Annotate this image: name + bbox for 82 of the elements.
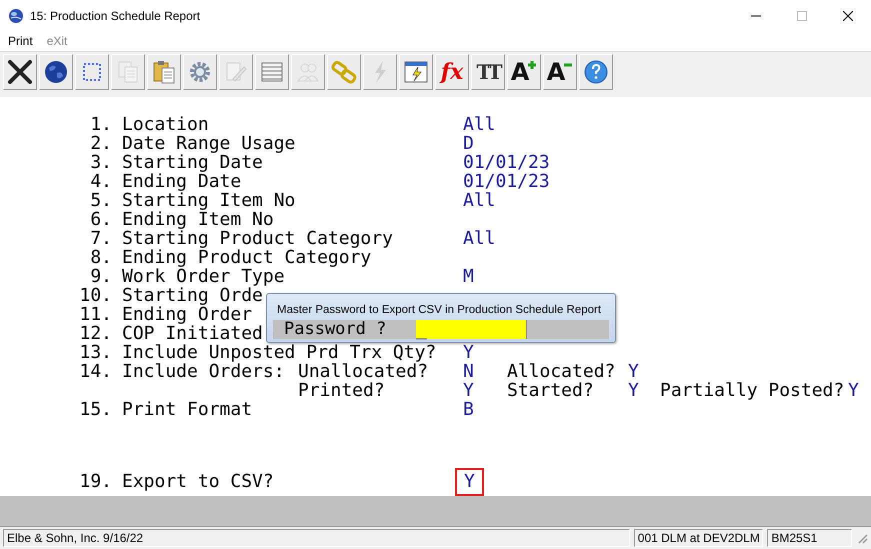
field-value[interactable]: 01/01/23 xyxy=(463,172,871,191)
option-label: Unallocated? xyxy=(298,362,428,381)
field-label: Starting Item No xyxy=(122,191,296,210)
password-field[interactable]: _ xyxy=(416,320,527,339)
paste-button[interactable] xyxy=(147,54,181,90)
option-value[interactable]: N xyxy=(463,362,474,381)
field-number: 14. xyxy=(78,362,112,384)
field-number: 13. xyxy=(78,343,112,362)
field-label: Ending Product Category xyxy=(122,248,372,267)
paste-icon xyxy=(151,58,177,84)
field-label: Work Order Type xyxy=(122,267,285,286)
field-label: Date Range Usage xyxy=(122,134,296,153)
settings-button[interactable] xyxy=(183,54,217,90)
field-label: Include Orders: xyxy=(122,362,285,384)
field-number: 5. xyxy=(89,191,112,210)
field-value[interactable]: D xyxy=(463,134,871,153)
font-larger-button[interactable]: A xyxy=(507,54,541,90)
field-value[interactable]: All xyxy=(463,115,871,134)
menu-item[interactable]: Print xyxy=(8,34,33,48)
field-label: Ending Item No xyxy=(122,210,274,229)
link-button[interactable] xyxy=(327,54,361,90)
field-label: Include Unposted Prd Trx Qty? xyxy=(122,343,436,362)
option-value[interactable]: Y xyxy=(628,362,639,381)
font-smaller-button[interactable]: A xyxy=(543,54,577,90)
font-button[interactable]: TT xyxy=(471,54,505,90)
field-label: Export to CSV? xyxy=(122,472,274,494)
field-label: Location xyxy=(122,115,209,134)
option-label: Printed? xyxy=(298,381,385,400)
run-button[interactable] xyxy=(399,54,433,90)
option-label: Started? xyxy=(507,381,594,400)
option-value[interactable]: Y xyxy=(848,381,859,400)
field-number: 15. xyxy=(78,400,112,419)
field-number: 2. xyxy=(89,134,112,153)
field-value[interactable]: Y xyxy=(463,343,871,362)
field-number: 1. xyxy=(89,115,112,134)
chain-link-icon xyxy=(331,58,357,84)
option-value[interactable]: Y xyxy=(628,381,639,400)
field-value[interactable]: All xyxy=(463,229,871,248)
field-number: 12. xyxy=(78,324,112,343)
field-number: 11. xyxy=(78,305,112,324)
field-number: 6. xyxy=(89,210,112,229)
field-label: Starting Date xyxy=(122,153,263,172)
field-number: 8. xyxy=(89,248,112,267)
field-value[interactable]: M xyxy=(463,267,871,286)
status-panel: Elbe & Sohn, Inc. 9/16/22 xyxy=(3,529,630,547)
field-label: Ending Order xyxy=(122,305,252,324)
field-number: 4. xyxy=(89,172,112,191)
table-button[interactable] xyxy=(255,54,289,90)
field-value[interactable]: Y xyxy=(455,468,484,496)
option-value[interactable]: Y xyxy=(463,381,474,400)
resize-grip-icon[interactable] xyxy=(856,532,868,544)
option-label: Partially Posted? xyxy=(660,381,844,400)
option-label: Allocated? xyxy=(507,362,616,381)
window-lightning-icon xyxy=(403,58,429,84)
globe-button[interactable] xyxy=(39,54,73,90)
field-number: 9. xyxy=(89,267,112,286)
field-value[interactable]: B xyxy=(463,400,871,419)
field-value[interactable]: All xyxy=(463,191,871,210)
field-number: 7. xyxy=(89,229,112,248)
close-icon[interactable] xyxy=(843,10,853,20)
field-number: 10. xyxy=(78,286,112,305)
status-panel: 001 DLM at DEV2DLM xyxy=(634,529,764,547)
password-label: Password ? xyxy=(283,320,388,339)
select-button[interactable] xyxy=(75,54,109,90)
field-number: 19. xyxy=(78,472,112,494)
field-label: Print Format xyxy=(122,400,252,419)
globe-icon xyxy=(43,58,69,84)
field-label: COP Initiated xyxy=(122,324,263,343)
close-button[interactable] xyxy=(3,54,37,90)
field-label: Ending Date xyxy=(122,172,242,191)
globe-icon xyxy=(8,8,24,24)
close-icon xyxy=(7,58,33,84)
function-button[interactable]: fx xyxy=(435,54,469,90)
window-title: 15: Production Schedule Report xyxy=(30,8,200,22)
field-value[interactable]: 01/01/23 xyxy=(463,153,871,172)
field-label: Starting Product Category xyxy=(122,229,393,248)
help-icon xyxy=(583,58,609,84)
help-button[interactable] xyxy=(579,54,613,90)
field-number: 3. xyxy=(89,153,112,172)
status-panel: BM25S1 xyxy=(767,529,852,547)
dialog-title: Master Password to Export CSV in Production Schedule Report xyxy=(276,303,602,317)
field-label: Starting Orde xyxy=(122,286,263,305)
